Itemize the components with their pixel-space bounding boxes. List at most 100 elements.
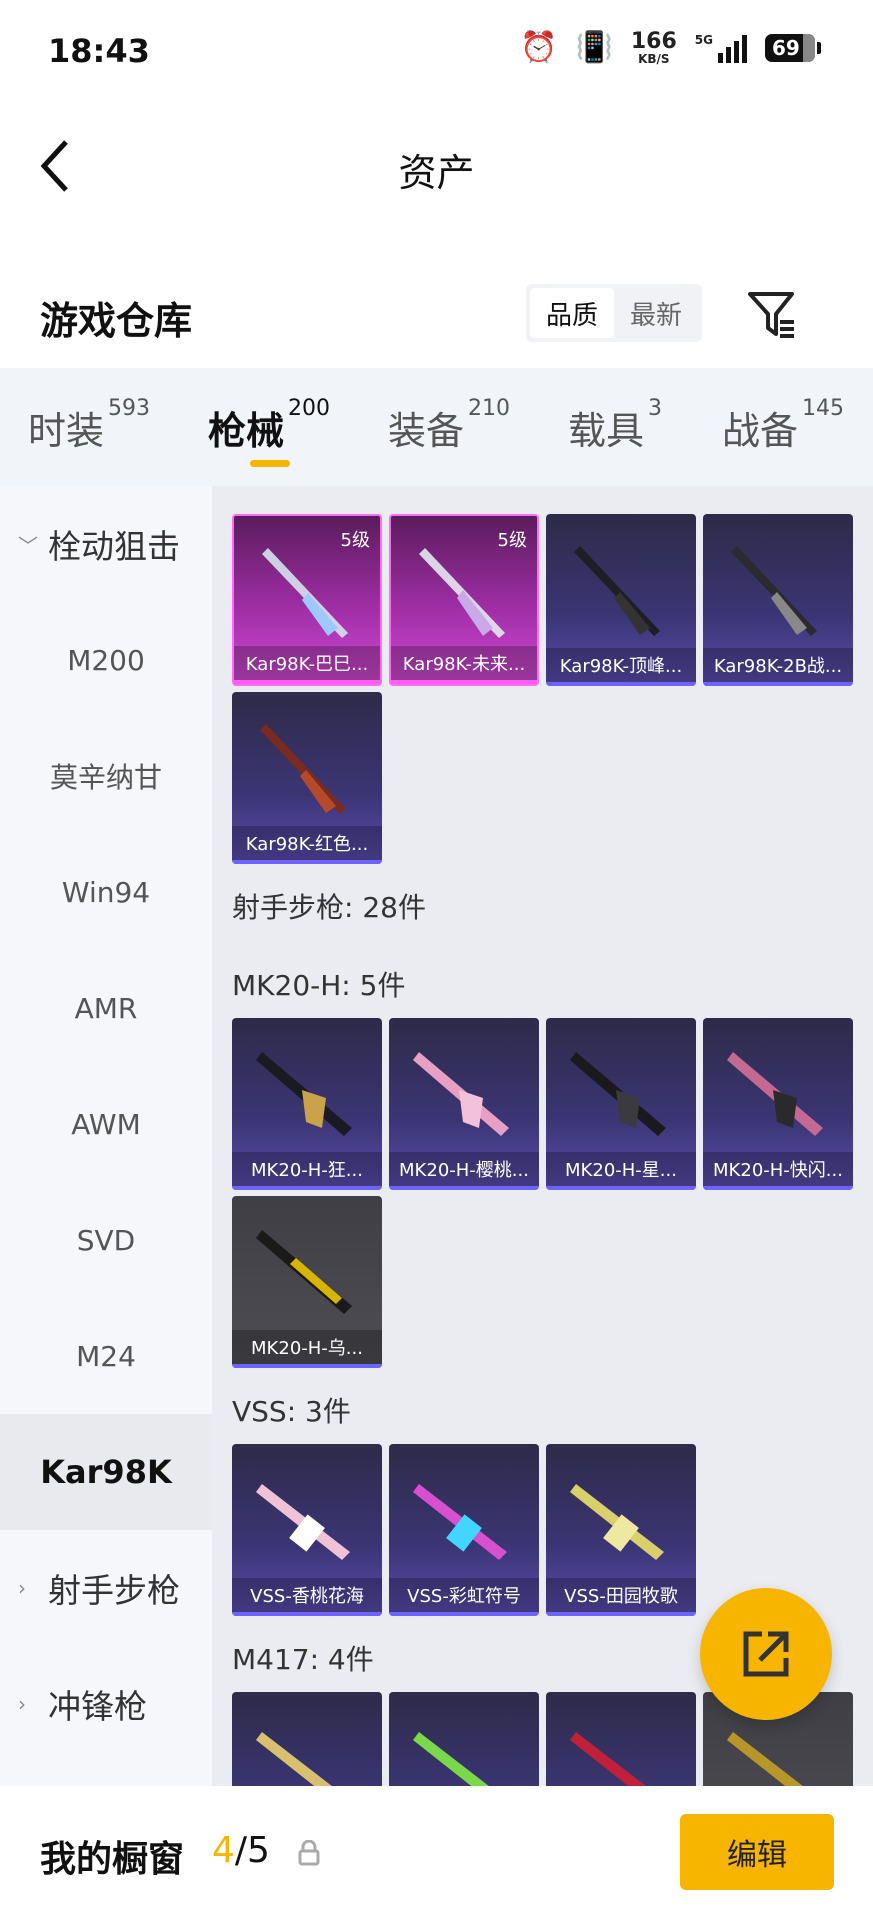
item-card[interactable]: Kar98K-顶峰... (546, 514, 696, 686)
category-header: 射手步枪: 28件 (232, 891, 426, 924)
item-card[interactable] (546, 1692, 696, 1786)
item-card[interactable]: MK20-H-乌... (232, 1196, 382, 1368)
tab-firearms[interactable]: 枪械200 (208, 396, 330, 455)
chevron-right-icon: › (18, 1576, 26, 1600)
item-card[interactable]: Kar98K-2B战... (703, 514, 853, 686)
item-card[interactable]: VSS-彩虹符号 (389, 1444, 539, 1616)
item-card[interactable]: MK20-H-快闪... (703, 1018, 853, 1190)
tab-count: 3 (648, 396, 663, 421)
rarity-bar (232, 860, 382, 864)
status-time: 18:43 (48, 32, 150, 70)
rarity-bar (703, 682, 853, 686)
tab-count: 200 (288, 396, 331, 421)
rarity-bar (546, 682, 696, 686)
edit-button[interactable]: 编辑 (680, 1814, 834, 1890)
rarity-bar (546, 1186, 696, 1190)
item-card[interactable] (232, 1692, 382, 1786)
network-speed: 166 KB/S (630, 28, 677, 66)
battery-icon: 69 (765, 33, 821, 62)
showcase-current: 4 (212, 1830, 235, 1871)
tab-label: 枪械 (208, 409, 285, 453)
group-header: VSS: 3件 (232, 1395, 351, 1428)
item-name: MK20-H-乌... (232, 1330, 382, 1364)
sidebar-item-win94[interactable]: Win94 (0, 834, 212, 950)
item-name: VSS-田园牧歌 (546, 1578, 696, 1612)
chevron-right-icon: › (18, 1692, 26, 1716)
status-icons: ⏰ 📳 166 KB/S 5G 69 (520, 30, 821, 65)
speed-unit: KB/S (638, 51, 670, 66)
item-card[interactable]: MK20-H-星... (546, 1018, 696, 1190)
sidebar-item-amr[interactable]: AMR (0, 950, 212, 1066)
sidebar-item-svd[interactable]: SVD (0, 1182, 212, 1298)
item-level: 5级 (340, 530, 370, 551)
sidebar-category-bolt-sniper[interactable]: ﹀ 栓动狙击 (0, 486, 212, 602)
rifle-icon (727, 1052, 823, 1136)
sidebar-item-m24[interactable]: M24 (0, 1298, 212, 1414)
showcase-label: 我的橱窗 (40, 1839, 185, 1880)
share-button[interactable] (700, 1588, 832, 1720)
sidebar-item-label: 栓动狙击 (48, 527, 180, 566)
rifle-icon (256, 1052, 352, 1136)
sniper-rifle-icon (419, 548, 505, 638)
sidebar-item-mosin[interactable]: 莫辛纳甘 (0, 718, 212, 834)
rifle-icon (727, 1732, 803, 1786)
sidebar-item-label: 射手步枪 (48, 1571, 180, 1610)
item-card[interactable] (389, 1692, 539, 1786)
item-name: Kar98K-巴巳... (234, 646, 380, 680)
sniper-rifle-icon (731, 546, 817, 636)
warehouse-title: 游戏仓库 (40, 299, 193, 343)
sort-latest-button[interactable]: 最新 (614, 288, 698, 338)
chevron-down-icon: ﹀ (18, 533, 38, 558)
sort-toggle: 品质 最新 (526, 284, 702, 342)
item-name: MK20-H-快闪... (703, 1152, 853, 1186)
lock-icon (298, 1840, 320, 1866)
item-card[interactable]: MK20-H-樱桃... (389, 1018, 539, 1190)
tab-active-indicator (250, 460, 290, 467)
rifle-icon (413, 1732, 489, 1786)
item-card[interactable]: VSS-田园牧歌 (546, 1444, 696, 1616)
sidebar-item-kar98k[interactable]: Kar98K (0, 1414, 212, 1530)
sort-quality-button[interactable]: 品质 (530, 288, 614, 338)
tab-label: 装备 (388, 409, 465, 453)
tab-count: 210 (468, 396, 511, 421)
rarity-bar (546, 1612, 696, 1616)
filter-button[interactable] (744, 286, 800, 342)
item-card[interactable]: 5级 Kar98K-未来... (389, 514, 539, 686)
rifle-icon (256, 1732, 332, 1786)
speed-value: 166 (630, 28, 677, 54)
sidebar-category-smg[interactable]: › 冲锋枪 (0, 1646, 212, 1762)
item-card[interactable]: VSS-香桃花海 (232, 1444, 382, 1616)
item-level: 5级 (497, 530, 527, 551)
network-type: 5G (694, 32, 713, 47)
item-name: Kar98K-未来... (391, 646, 537, 680)
sidebar-item-awm[interactable]: AWM (0, 1066, 212, 1182)
rifle-icon (256, 1230, 352, 1314)
tab-vehicles[interactable]: 载具3 (568, 396, 662, 455)
rarity-bar (389, 1612, 539, 1616)
group-header: MK20-H: 5件 (232, 969, 406, 1002)
sniper-rifle-icon (262, 548, 348, 638)
sidebar-category-dmr[interactable]: › 射手步枪 (0, 1530, 212, 1646)
item-name: Kar98K-2B战... (703, 648, 853, 682)
tab-equipment[interactable]: 装备210 (388, 396, 510, 455)
rarity-bar (232, 1364, 382, 1368)
rifle-icon (256, 1484, 350, 1560)
item-card[interactable]: Kar98K-红色... (232, 692, 382, 864)
tab-fashion[interactable]: 时装593 (28, 396, 150, 455)
rarity-bar (232, 1186, 382, 1190)
tab-label: 战备 (722, 409, 799, 453)
tab-gear[interactable]: 战备145 (722, 396, 844, 455)
item-card[interactable]: MK20-H-狂... (232, 1018, 382, 1190)
item-card[interactable]: 5级 Kar98K-巴巳... (232, 514, 382, 686)
rifle-icon (570, 1484, 664, 1560)
vibrate-icon: 📳 (575, 30, 613, 65)
top-nav: 资产 (0, 100, 873, 230)
sidebar-item-label: 冲锋枪 (48, 1687, 147, 1726)
alarm-icon: ⏰ (520, 30, 558, 65)
sniper-rifle-icon (574, 546, 660, 636)
tab-label: 载具 (568, 409, 645, 453)
sidebar-item-m200[interactable]: M200 (0, 602, 212, 718)
showcase-count: 4/5 (212, 1830, 270, 1871)
tab-count: 593 (108, 396, 151, 421)
rarity-bar (391, 680, 537, 684)
